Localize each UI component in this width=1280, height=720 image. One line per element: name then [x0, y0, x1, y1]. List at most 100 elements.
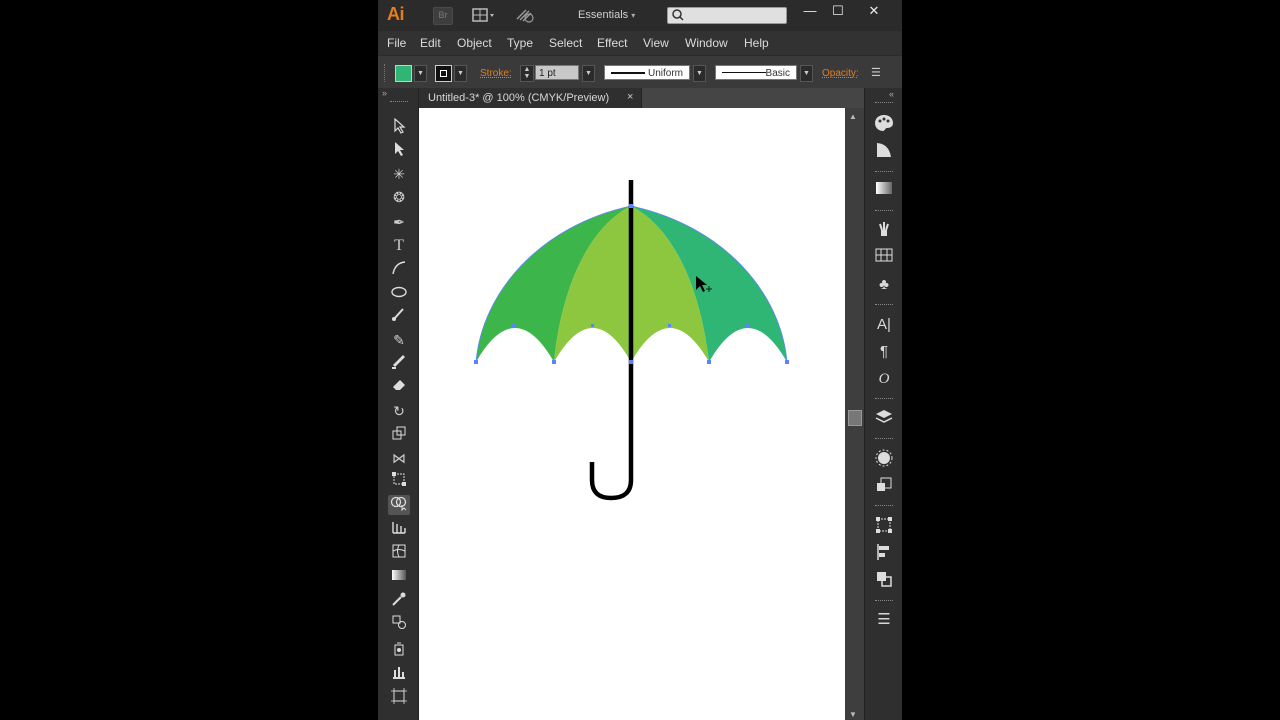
- brushes-panel-icon[interactable]: [873, 220, 895, 240]
- gradient-tool-icon[interactable]: [388, 567, 410, 587]
- appearance-panel-icon[interactable]: [873, 449, 895, 469]
- color-guide-panel-icon[interactable]: [873, 141, 895, 161]
- character-panel-icon[interactable]: A|: [873, 315, 895, 335]
- variable-width-profile[interactable]: Uniform: [604, 65, 690, 80]
- direct-selection-tool-icon[interactable]: [388, 141, 410, 161]
- fill-dropdown[interactable]: ▼: [414, 65, 427, 82]
- tools-panel-grip[interactable]: [390, 101, 408, 104]
- menu-effect[interactable]: Effect: [597, 36, 627, 50]
- ellipse-tool-icon[interactable]: [388, 283, 410, 303]
- close-button[interactable]: ✕: [863, 3, 885, 19]
- scroll-thumb[interactable]: [848, 410, 862, 426]
- menu-window[interactable]: Window: [685, 36, 728, 50]
- scroll-down-icon[interactable]: ▼: [849, 710, 857, 719]
- maximize-button[interactable]: ☐: [827, 3, 849, 19]
- rotate-tool-icon[interactable]: ↻: [388, 401, 410, 421]
- dock-menu-icon[interactable]: ☰: [873, 610, 895, 630]
- align-panel-icon[interactable]: [873, 543, 895, 563]
- stroke-weight-field[interactable]: 1 pt: [535, 65, 579, 80]
- layers-panel-icon[interactable]: [873, 409, 895, 429]
- shape-builder-tool-icon[interactable]: [388, 495, 410, 515]
- app-logo: Ai: [387, 4, 405, 24]
- dock-grip-8[interactable]: [875, 600, 893, 603]
- search-input[interactable]: [667, 7, 787, 24]
- line-segment-tool-icon[interactable]: [388, 260, 410, 280]
- blend-tool-icon[interactable]: [388, 614, 410, 634]
- graphic-styles-panel-icon[interactable]: [873, 476, 895, 496]
- stroke-weight-dropdown[interactable]: ▼: [582, 65, 595, 82]
- transform-panel-icon[interactable]: [873, 516, 895, 536]
- arrange-documents-icon[interactable]: [472, 7, 496, 23]
- scale-tool-icon[interactable]: [388, 425, 410, 445]
- stroke-dropdown[interactable]: ▼: [454, 65, 467, 82]
- selection-tool-icon[interactable]: [388, 117, 410, 138]
- stroke-color-swatch[interactable]: [435, 65, 452, 82]
- menu-help[interactable]: Help: [744, 36, 769, 50]
- workspace-switcher[interactable]: Essentials ▾: [578, 9, 635, 21]
- artboard-canvas[interactable]: [419, 108, 845, 720]
- pencil-tool-icon[interactable]: ✎: [388, 330, 410, 350]
- menu-edit[interactable]: Edit: [420, 36, 441, 50]
- fill-color-swatch[interactable]: [395, 65, 412, 82]
- brush-dropdown[interactable]: ▼: [800, 65, 813, 82]
- pathfinder-panel-icon[interactable]: [873, 570, 895, 590]
- opentype-panel-icon[interactable]: O: [873, 369, 895, 389]
- gradient-panel-icon[interactable]: [873, 181, 895, 201]
- umbrella-artwork[interactable]: [419, 108, 845, 720]
- dock-grip-6[interactable]: [875, 438, 893, 441]
- brush-definition[interactable]: Basic: [715, 65, 797, 80]
- symbol-sprayer-tool-icon[interactable]: [388, 640, 410, 660]
- dock-grip-5[interactable]: [875, 398, 893, 401]
- document-tab[interactable]: Untitled-3* @ 100% (CMYK/Preview) ×: [419, 88, 642, 108]
- menu-file[interactable]: File: [387, 36, 406, 50]
- collapse-dock-icon[interactable]: «: [889, 89, 894, 99]
- minimize-button[interactable]: —: [799, 3, 821, 18]
- dock-grip-2[interactable]: [875, 171, 893, 174]
- dock-grip-3[interactable]: [875, 210, 893, 213]
- lasso-tool-icon[interactable]: ❂: [388, 187, 410, 207]
- column-graph-tool-icon[interactable]: [388, 664, 410, 684]
- opacity-label[interactable]: Opacity:: [822, 68, 859, 79]
- eyedropper-tool-icon[interactable]: [388, 591, 410, 611]
- title-bar: Ai Br Essentials ▾ — ☐ ✕: [378, 0, 902, 31]
- type-tool-icon[interactable]: T: [388, 236, 410, 256]
- dock-grip-7[interactable]: [875, 505, 893, 508]
- symbols-panel-icon[interactable]: ♣: [873, 275, 895, 295]
- dock-grip-4[interactable]: [875, 304, 893, 307]
- control-bar-grip[interactable]: [384, 64, 387, 82]
- search-icon: [672, 9, 684, 21]
- paragraph-panel-icon[interactable]: ¶: [873, 342, 895, 362]
- perspective-grid-tool-icon[interactable]: [388, 519, 410, 539]
- collapse-tools-icon[interactable]: »: [382, 88, 422, 98]
- swatches-panel-icon[interactable]: [873, 248, 895, 268]
- panel-dock: « ♣ A| ¶ O ☰: [864, 88, 902, 720]
- pen-tool-icon[interactable]: ✒: [388, 212, 410, 232]
- brush-label: Basic: [765, 68, 790, 79]
- scroll-up-icon[interactable]: ▲: [849, 112, 857, 121]
- mesh-tool-icon[interactable]: [388, 543, 410, 563]
- control-panel-menu-icon[interactable]: ☰: [871, 66, 881, 79]
- magic-wand-tool-icon[interactable]: ✳: [388, 164, 410, 184]
- menu-object[interactable]: Object: [457, 36, 492, 50]
- dock-grip-1[interactable]: [875, 102, 893, 105]
- close-tab-icon[interactable]: ×: [627, 91, 633, 103]
- tools-panel: » ✳ ❂ ✒ T ✎ ↻ ⋈: [378, 88, 419, 720]
- profile-dropdown[interactable]: ▼: [693, 65, 706, 82]
- bridge-button[interactable]: Br: [433, 7, 453, 25]
- sync-settings-icon[interactable]: [514, 7, 536, 23]
- blob-brush-tool-icon[interactable]: [388, 353, 410, 373]
- artboard-tool-icon[interactable]: [388, 688, 410, 708]
- stroke-label[interactable]: Stroke:: [480, 68, 512, 79]
- free-transform-tool-icon[interactable]: [388, 471, 410, 491]
- stroke-weight-spinner[interactable]: ▲ ▼: [520, 65, 534, 82]
- paintbrush-tool-icon[interactable]: [388, 306, 410, 326]
- menu-type[interactable]: Type: [507, 36, 533, 50]
- menu-view[interactable]: View: [643, 36, 669, 50]
- menu-select[interactable]: Select: [549, 36, 582, 50]
- eraser-tool-icon[interactable]: [388, 376, 410, 396]
- menu-bar: File Edit Object Type Select Effect View…: [378, 31, 902, 55]
- color-panel-icon[interactable]: [873, 114, 895, 134]
- profile-label: Uniform: [647, 68, 683, 79]
- vertical-scrollbar[interactable]: ▲ ▼: [845, 108, 864, 720]
- width-tool-icon[interactable]: ⋈: [388, 448, 410, 468]
